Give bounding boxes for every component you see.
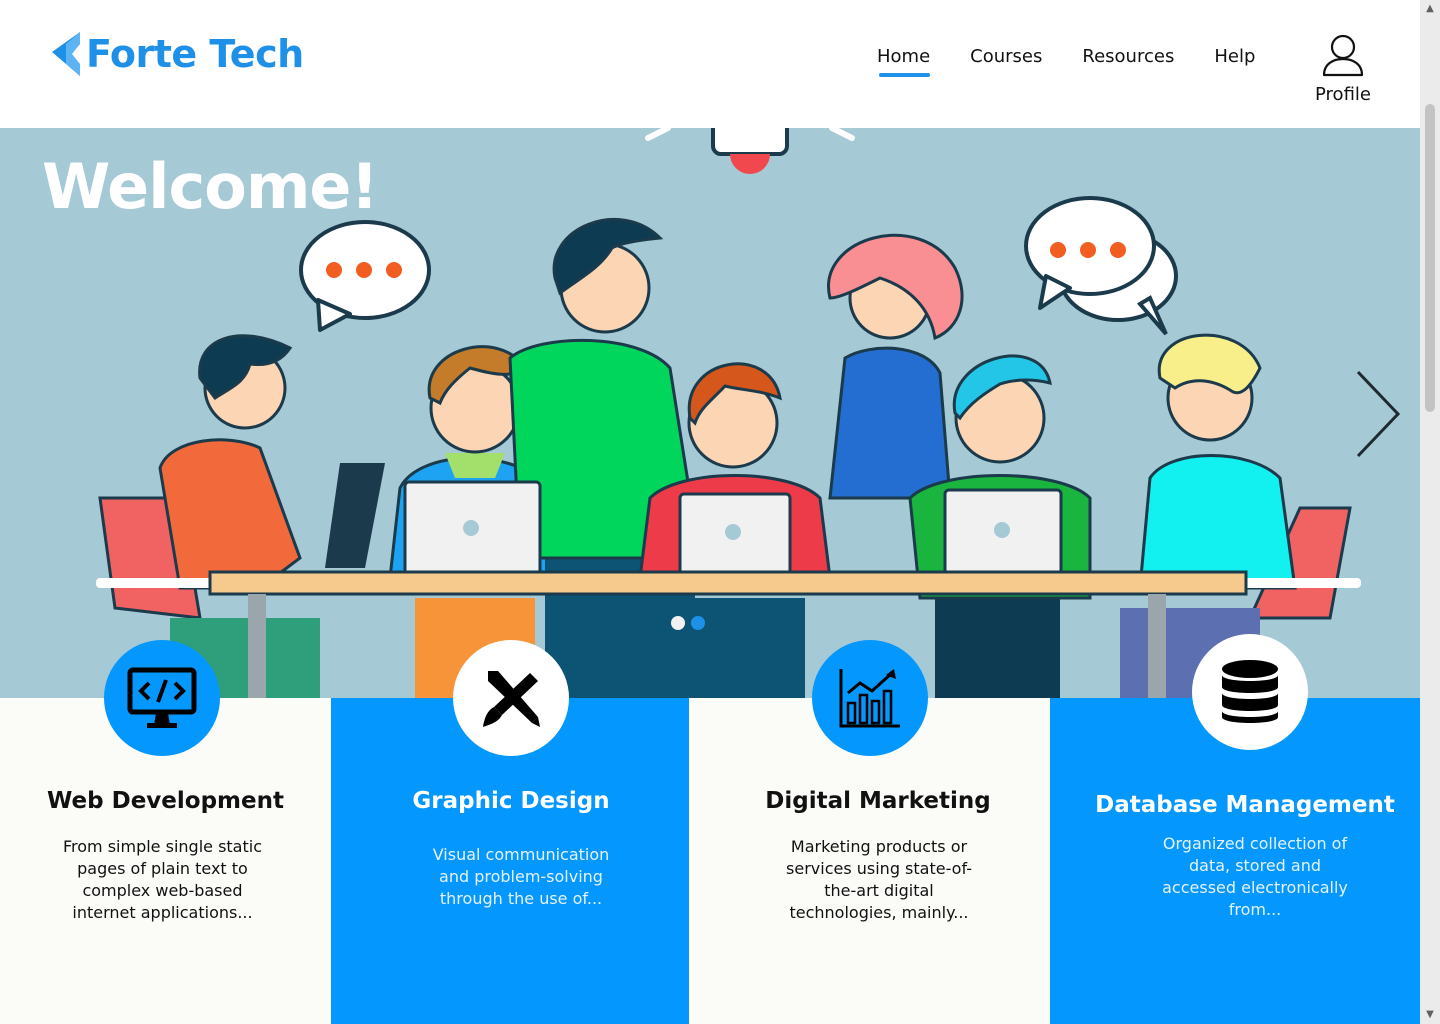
brand-name: Forte Tech (86, 32, 304, 76)
speech-bubble-right (1024, 196, 1178, 336)
digital-marketing-badge (812, 640, 928, 756)
card-title: Database Management (1095, 792, 1395, 818)
course-cards: Web Development From simple single stati… (0, 698, 1420, 1024)
card-title: Graphic Design (412, 788, 610, 814)
person-1 (158, 334, 385, 698)
nav-home[interactable]: Home (877, 46, 931, 77)
card-description: Organized collection of data, stored and… (1162, 834, 1348, 919)
logo-chevron-icon (52, 32, 80, 76)
card-description: Visual communication and problem-solving… (432, 845, 610, 908)
user-icon (1322, 34, 1364, 77)
hero-heading: Welcome! (42, 150, 379, 223)
pencil-brush-icon (483, 671, 540, 727)
site-header: Forte Tech Home Courses Resources Help P… (0, 0, 1420, 128)
nav-courses[interactable]: Courses (970, 46, 1042, 67)
main-nav: Home Courses Resources Help (877, 46, 1255, 77)
code-monitor-icon (127, 667, 197, 728)
bar-chart-icon (839, 669, 900, 728)
profile-label: Profile (1315, 84, 1371, 105)
scroll-up-icon[interactable]: ▲ (1424, 4, 1436, 14)
database-management-badge (1192, 634, 1308, 750)
scroll-thumb[interactable] (1425, 104, 1435, 412)
brand-logo[interactable]: Forte Tech (50, 30, 304, 78)
vertical-scrollbar[interactable]: ▲ ▼ (1420, 0, 1440, 1024)
hero-carousel: Welcome! (0, 128, 1420, 698)
database-icon (1222, 660, 1278, 723)
web-development-badge (104, 640, 220, 756)
profile-button[interactable]: Profile (1310, 30, 1376, 105)
card-title: Digital Marketing (765, 788, 991, 814)
carousel-dot[interactable] (691, 616, 705, 630)
chevron-right-icon[interactable] (1350, 368, 1406, 460)
speech-bubble-left (299, 220, 431, 332)
card-description: Marketing products or services using sta… (786, 837, 972, 922)
graphic-design-badge (453, 640, 569, 756)
card-description: From simple single static pages of plain… (62, 837, 262, 922)
person-5 (827, 233, 964, 500)
nav-help[interactable]: Help (1214, 46, 1255, 67)
carousel-dot[interactable] (671, 616, 685, 630)
nav-resources[interactable]: Resources (1082, 46, 1174, 67)
carousel-indicators (671, 616, 711, 630)
card-title: Web Development (47, 788, 284, 814)
scroll-down-icon[interactable]: ▼ (1424, 1010, 1436, 1020)
